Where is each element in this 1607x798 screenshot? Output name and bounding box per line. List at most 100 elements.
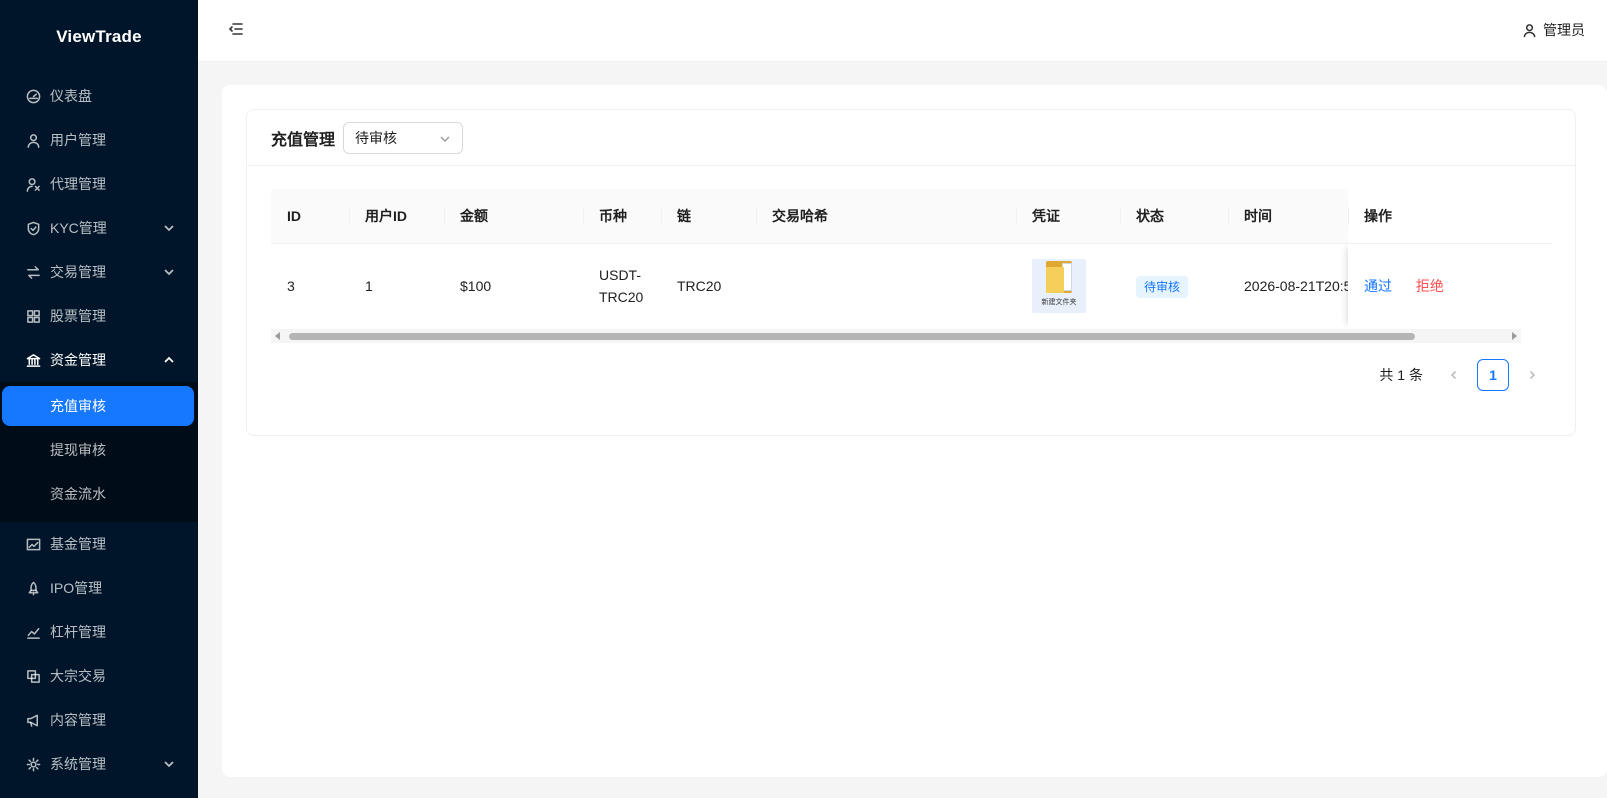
- sidebar-item-label: KYC管理: [50, 220, 107, 236]
- sidebar-item-label: IPO管理: [50, 580, 103, 596]
- sidebar-item-kyc[interactable]: KYC管理: [0, 206, 198, 250]
- table-header-row: ID 用户ID 金额 币种 链 交易哈希 凭证 状态 时间 操作: [271, 189, 1552, 244]
- main-content: 充值管理 待审核 ID 用户ID 金额 币种 链 交易哈希 凭证 状态 时间 操…: [222, 85, 1607, 777]
- column-header-time[interactable]: 时间: [1228, 189, 1348, 244]
- chevron-down-icon: [162, 221, 176, 235]
- cell-user-id: 1: [349, 243, 444, 329]
- sidebar-item-label: 基金管理: [50, 536, 106, 552]
- chevron-down-icon: [439, 132, 451, 148]
- currency-line-1: USDT-: [599, 267, 641, 283]
- sidebar-item-deposit-review[interactable]: 充值审核: [2, 386, 194, 426]
- next-page-button[interactable]: [1516, 359, 1548, 391]
- scroll-right-icon[interactable]: [1512, 332, 1517, 340]
- proof-thumbnail[interactable]: 新建文件夹: [1032, 259, 1086, 313]
- cell-tx-hash: [756, 243, 1016, 329]
- top-header: 管理员: [198, 0, 1607, 62]
- sidebar-item-label: 用户管理: [50, 132, 106, 148]
- sidebar-item-users[interactable]: 用户管理: [0, 118, 198, 162]
- app-logo: ViewTrade: [56, 27, 142, 46]
- sidebar-item-withdraw-review[interactable]: 提现审核: [2, 430, 194, 470]
- sidebar-menu: 仪表盘 用户管理 代理管理 KYC管理 交易管理 股票管理 资金管理 充值审核 …: [0, 74, 198, 786]
- cell-chain: TRC20: [661, 243, 756, 329]
- cell-time: 2026-08-21T20:5: [1228, 243, 1348, 329]
- column-header-id[interactable]: ID: [271, 189, 349, 244]
- sidebar-item-label: 大宗交易: [50, 668, 106, 684]
- folder-icon: [1042, 259, 1076, 293]
- sidebar-item-ipo[interactable]: IPO管理: [0, 566, 198, 610]
- sidebar-item-agents[interactable]: 代理管理: [0, 162, 198, 206]
- sidebar-item-block-trade[interactable]: 大宗交易: [0, 654, 198, 698]
- sidebar-item-label: 仪表盘: [50, 88, 92, 104]
- deposit-table: ID 用户ID 金额 币种 链 交易哈希 凭证 状态 时间 操作 3 1 $10…: [271, 189, 1552, 329]
- column-header-status[interactable]: 状态: [1120, 189, 1228, 244]
- fund-chart-icon: [24, 535, 42, 553]
- sidebar-item-fund-flow[interactable]: 资金流水: [2, 474, 194, 514]
- column-header-proof[interactable]: 凭证: [1016, 189, 1120, 244]
- sidebar-item-dashboard[interactable]: 仪表盘: [0, 74, 198, 118]
- settings-icon: [24, 755, 42, 773]
- scrollbar-thumb[interactable]: [289, 333, 1415, 340]
- deposit-table-wrapper: ID 用户ID 金额 币种 链 交易哈希 凭证 状态 时间 操作 3 1 $10…: [271, 189, 1552, 329]
- chevron-left-icon: [1450, 370, 1457, 380]
- currency-line-2: TRC20: [599, 289, 644, 305]
- column-header-tx-hash[interactable]: 交易哈希: [756, 189, 1016, 244]
- column-header-user-id[interactable]: 用户ID: [349, 189, 444, 244]
- pagination: 共 1 条 1: [1379, 359, 1551, 391]
- sidebar-item-label: 交易管理: [50, 264, 106, 280]
- sidebar-item-label: 系统管理: [50, 756, 106, 772]
- sidebar-item-funds-management[interactable]: 资金管理: [0, 338, 198, 382]
- table-row: 3 1 $100 USDT- TRC20 TRC20 新建文件夹 待审核 202…: [271, 243, 1552, 329]
- pagination-total: 共 1 条: [1379, 367, 1423, 383]
- sidebar-item-label: 资金管理: [50, 352, 106, 368]
- card-header: 充值管理 待审核: [247, 110, 1575, 166]
- sidebar-item-label: 内容管理: [50, 712, 106, 728]
- line-chart-icon: [24, 623, 42, 641]
- user-icon: [24, 131, 42, 149]
- sidebar-item-leverage[interactable]: 杠杆管理: [0, 610, 198, 654]
- sidebar-item-fund-products[interactable]: 基金管理: [0, 522, 198, 566]
- deposit-card: 充值管理 待审核 ID 用户ID 金额 币种 链 交易哈希 凭证 状态 时间 操…: [246, 109, 1576, 436]
- cell-id: 3: [271, 243, 349, 329]
- sidebar-item-label: 杠杆管理: [50, 624, 106, 640]
- cell-amount: $100: [444, 243, 583, 329]
- sidebar-item-label: 代理管理: [50, 176, 106, 192]
- sidebar-item-system[interactable]: 系统管理: [0, 742, 198, 786]
- column-header-currency[interactable]: 币种: [583, 189, 661, 244]
- sidebar: ViewTrade 仪表盘 用户管理 代理管理 KYC管理 交易管理 股票管理: [0, 0, 198, 798]
- agent-icon: [24, 175, 42, 193]
- sidebar-item-trading[interactable]: 交易管理: [0, 250, 198, 294]
- reject-button[interactable]: 拒绝: [1416, 278, 1444, 294]
- cell-currency: USDT- TRC20: [583, 243, 661, 329]
- chevron-up-icon: [162, 353, 176, 367]
- chevron-right-icon: [1529, 370, 1536, 380]
- status-filter-value: 待审核: [355, 129, 398, 146]
- approve-button[interactable]: 通过: [1364, 278, 1392, 294]
- chevron-down-icon: [162, 757, 176, 771]
- rocket-icon: [24, 579, 42, 597]
- bank-icon: [24, 351, 42, 369]
- status-badge: 待审核: [1136, 275, 1189, 298]
- column-header-chain[interactable]: 链: [661, 189, 756, 244]
- status-filter-select[interactable]: 待审核: [343, 121, 464, 154]
- user-name: 管理员: [1543, 22, 1585, 38]
- megaphone-icon: [24, 711, 42, 729]
- scroll-left-icon[interactable]: [275, 332, 280, 340]
- shield-icon: [24, 219, 42, 237]
- prev-page-button[interactable]: [1438, 359, 1470, 391]
- horizontal-scrollbar[interactable]: [271, 329, 1521, 343]
- menu-fold-icon[interactable]: [228, 21, 246, 39]
- funds-submenu: 充值审核 提现审核 资金流水: [0, 382, 198, 522]
- cell-status: 待审核: [1120, 243, 1228, 329]
- column-header-amount[interactable]: 金额: [444, 189, 583, 244]
- sidebar-item-label: 股票管理: [50, 308, 106, 324]
- dashboard-icon: [24, 87, 42, 105]
- sidebar-item-content[interactable]: 内容管理: [0, 698, 198, 742]
- sidebar-item-stocks[interactable]: 股票管理: [0, 294, 198, 338]
- swap-icon: [24, 263, 42, 281]
- column-header-actions: 操作: [1348, 189, 1552, 244]
- block-icon: [24, 667, 42, 685]
- page-number-button[interactable]: 1: [1477, 359, 1509, 391]
- user-menu[interactable]: 管理员: [1522, 20, 1585, 40]
- proof-thumbnail-label: 新建文件夹: [1041, 298, 1077, 306]
- cell-actions: 通过 拒绝: [1348, 243, 1552, 329]
